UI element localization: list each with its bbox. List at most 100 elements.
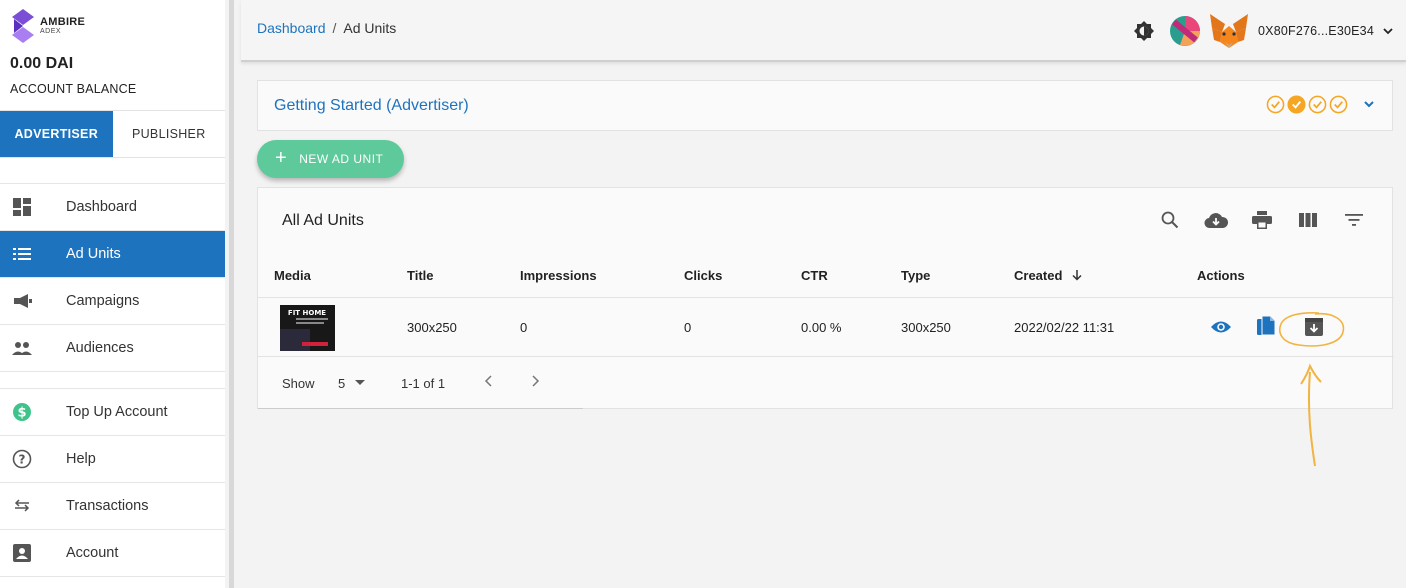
sidebar-item-audiences[interactable]: Audiences bbox=[0, 325, 225, 372]
sort-arrow-down-icon bbox=[1072, 270, 1082, 281]
sidebar-item-label: Campaigns bbox=[66, 293, 140, 309]
megaphone-icon bbox=[12, 291, 32, 311]
theme-toggle-icon[interactable] bbox=[1134, 21, 1154, 41]
breadcrumb: Dashboard / Ad Units bbox=[257, 20, 396, 36]
column-header-title[interactable]: Title bbox=[407, 268, 434, 283]
column-header-actions: Actions bbox=[1197, 268, 1245, 283]
column-header-ctr[interactable]: CTR bbox=[801, 268, 828, 283]
rows-per-page-value: 5 bbox=[338, 376, 346, 391]
account-balance: 0.00 DAI bbox=[10, 55, 74, 72]
sidebar-item-label: Top Up Account bbox=[66, 404, 168, 420]
sidebar-item-label: Help bbox=[66, 451, 96, 467]
print-icon[interactable] bbox=[1250, 208, 1274, 232]
filter-list-icon[interactable] bbox=[1342, 208, 1366, 232]
nav-primary: Dashboard Ad Units Campaigns Audiences bbox=[0, 183, 225, 372]
sidebar: AMBIRE ADEX 0.00 DAI ACCOUNT BALANCE ADV… bbox=[0, 0, 225, 588]
cell-clicks: 0 bbox=[684, 320, 692, 335]
ambire-logo-icon bbox=[12, 9, 34, 43]
tab-advertiser[interactable]: ADVERTISER bbox=[0, 111, 113, 157]
column-header-impressions[interactable]: Impressions bbox=[520, 268, 597, 283]
dropdown-arrow-icon bbox=[354, 380, 365, 385]
table-row: FIT HOME 300x250 0 0 0.00 % 300x250 2022… bbox=[258, 299, 1394, 357]
next-page-icon[interactable] bbox=[530, 374, 540, 388]
archive-icon[interactable] bbox=[1305, 318, 1323, 336]
copy-file-icon[interactable] bbox=[1257, 316, 1275, 338]
table-header: Media Title Impressions Clicks CTR Type … bbox=[258, 254, 1394, 298]
cell-impressions: 0 bbox=[520, 320, 528, 335]
ad-unit-thumbnail[interactable]: FIT HOME bbox=[280, 305, 335, 351]
people-icon bbox=[12, 338, 32, 358]
column-header-clicks[interactable]: Clicks bbox=[684, 268, 722, 283]
sidebar-item-label: Account bbox=[66, 545, 119, 561]
nav-secondary: $ Top Up Account ? Help Transactions Acc… bbox=[0, 388, 225, 577]
breadcrumb-current: Ad Units bbox=[343, 20, 397, 36]
column-header-media[interactable]: Media bbox=[274, 268, 311, 283]
sidebar-item-campaigns[interactable]: Campaigns bbox=[0, 278, 225, 325]
thumbnail-text: FIT HOME bbox=[288, 309, 326, 317]
sidebar-item-transactions[interactable]: Transactions bbox=[0, 483, 225, 530]
new-ad-unit-label: NEW AD UNIT bbox=[299, 152, 384, 166]
view-columns-icon[interactable] bbox=[1296, 208, 1320, 232]
pagination-range: 1-1 of 1 bbox=[401, 376, 446, 391]
sidebar-item-label: Transactions bbox=[66, 498, 149, 514]
step-done-icon bbox=[1329, 95, 1348, 114]
sidebar-item-ad-units[interactable]: Ad Units bbox=[0, 231, 225, 278]
getting-started-panel[interactable]: Getting Started (Advertiser) bbox=[257, 80, 1393, 131]
identity-avatar[interactable] bbox=[1170, 16, 1200, 46]
sidebar-item-label: Audiences bbox=[66, 340, 134, 356]
getting-started-progress bbox=[1266, 95, 1348, 114]
tab-publisher[interactable]: PUBLISHER bbox=[113, 111, 226, 157]
cell-type: 300x250 bbox=[901, 320, 951, 335]
help-icon: ? bbox=[12, 449, 32, 469]
column-header-type[interactable]: Type bbox=[901, 268, 930, 283]
swap-icon bbox=[12, 496, 32, 516]
svg-text:?: ? bbox=[19, 453, 26, 467]
ad-units-table-card: All Ad Units Media Title Impressions Cli… bbox=[257, 187, 1394, 409]
table-toolbar bbox=[1158, 208, 1366, 232]
breadcrumb-dashboard-link[interactable]: Dashboard bbox=[257, 20, 326, 36]
sidebar-item-help[interactable]: ? Help bbox=[0, 436, 225, 483]
role-tabs: ADVERTISER PUBLISHER bbox=[0, 110, 225, 158]
plus-icon: + bbox=[275, 147, 288, 169]
search-icon[interactable] bbox=[1158, 208, 1182, 232]
column-header-created[interactable]: Created bbox=[1014, 268, 1083, 283]
sidebar-resize-handle[interactable] bbox=[229, 0, 234, 588]
header-actions: 0X80F276...E30E34 bbox=[1134, 12, 1394, 50]
list-icon bbox=[12, 244, 32, 264]
cell-ctr: 0.00 % bbox=[801, 320, 842, 335]
cloud-download-icon[interactable] bbox=[1204, 208, 1228, 232]
cell-title: 300x250 bbox=[407, 320, 457, 335]
sidebar-item-top-up[interactable]: $ Top Up Account bbox=[0, 389, 225, 436]
new-ad-unit-button[interactable]: + NEW AD UNIT bbox=[257, 140, 404, 178]
account-balance-label: ACCOUNT BALANCE bbox=[10, 82, 137, 96]
metamask-fox-icon bbox=[1208, 12, 1250, 50]
account-box-icon bbox=[12, 543, 32, 563]
step-done-icon bbox=[1266, 95, 1285, 114]
sidebar-item-account[interactable]: Account bbox=[0, 530, 225, 577]
expand-chevron-icon[interactable] bbox=[1362, 97, 1376, 116]
sidebar-item-label: Ad Units bbox=[66, 246, 121, 262]
dollar-icon: $ bbox=[12, 402, 32, 422]
view-eye-icon[interactable] bbox=[1210, 319, 1232, 335]
wallet-address[interactable]: 0X80F276...E30E34 bbox=[1258, 24, 1374, 38]
top-header: Dashboard / Ad Units 0X80F276...E30E34 bbox=[241, 0, 1406, 62]
sidebar-item-label: Dashboard bbox=[66, 199, 137, 215]
chevron-down-icon[interactable] bbox=[1382, 25, 1394, 37]
getting-started-title: Getting Started (Advertiser) bbox=[274, 97, 469, 114]
cell-created: 2022/02/22 11:31 bbox=[1014, 320, 1115, 335]
svg-text:$: $ bbox=[17, 406, 26, 421]
dashboard-icon bbox=[12, 197, 32, 217]
step-done-icon bbox=[1287, 95, 1306, 114]
rows-per-page-label: Show bbox=[282, 376, 315, 391]
sidebar-item-dashboard[interactable]: Dashboard bbox=[0, 184, 225, 231]
breadcrumb-separator: / bbox=[332, 20, 337, 36]
rows-per-page-select[interactable]: 5 bbox=[338, 376, 365, 391]
brand-sub: ADEX bbox=[40, 28, 62, 35]
brand-name: AMBIRE bbox=[40, 16, 86, 28]
previous-page-icon[interactable] bbox=[484, 374, 494, 388]
created-header-label: Created bbox=[1014, 268, 1063, 283]
step-done-icon bbox=[1308, 95, 1327, 114]
table-title: All Ad Units bbox=[282, 212, 364, 229]
table-pagination: Show 5 1-1 of 1 bbox=[258, 358, 583, 409]
ambire-logo[interactable]: AMBIRE ADEX bbox=[10, 9, 85, 43]
